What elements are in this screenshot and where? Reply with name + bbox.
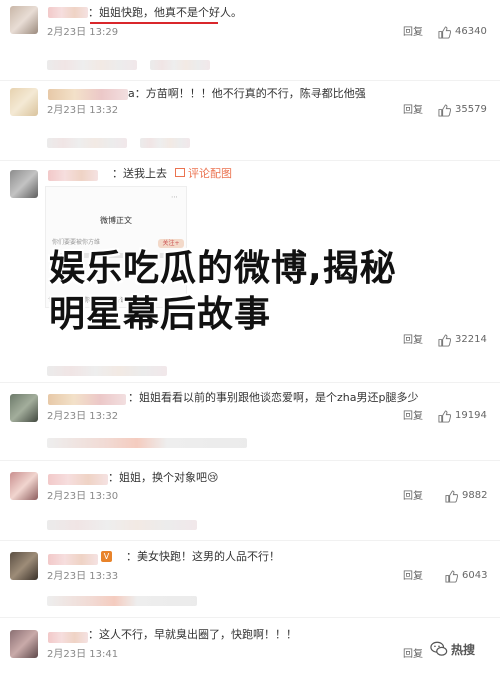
image-icon [175, 168, 185, 177]
username-blurred[interactable] [48, 632, 88, 643]
like-button[interactable]: 6043 [445, 569, 487, 583]
watermark: 热搜 [430, 640, 475, 658]
more-icon: ⋯ [171, 193, 178, 201]
comment-date: 2月23日 13:29 [47, 27, 119, 38]
avatar[interactable] [10, 170, 38, 198]
like-count: 32214 [455, 334, 487, 345]
username-blurred[interactable] [48, 474, 108, 485]
overlay-title: 娱乐吃瓜的微博,揭秘 明星幕后故事 [49, 246, 397, 338]
highlight-underline [90, 22, 218, 24]
comment-date: 2月23日 13:30 [47, 491, 119, 502]
sub-reply-blurred [47, 596, 197, 606]
thumbs-up-icon [445, 489, 458, 503]
like-button[interactable]: 46340 [438, 25, 487, 39]
reply-button[interactable]: 回复 [403, 334, 423, 348]
reply-button[interactable]: 回复 [403, 410, 423, 424]
like-button[interactable]: 32214 [438, 333, 487, 347]
comment-image-link[interactable]: 评论配图 [188, 166, 232, 182]
embed-title: 微博正文 [100, 216, 132, 225]
comment-text: ：美女快跑！这男的人品不行！ [126, 550, 280, 563]
divider [0, 80, 500, 81]
thumbs-up-icon [438, 333, 451, 347]
thumbs-up-icon [438, 103, 451, 117]
comment-text: ：姐姐快跑，他真不是个好人。 [88, 6, 242, 19]
comment-date: 2月23日 13:33 [47, 571, 119, 582]
like-button[interactable]: 19194 [438, 409, 487, 423]
sub-reply-blurred [150, 60, 210, 70]
sub-reply-blurred [47, 520, 197, 530]
vip-badge-icon: V [101, 551, 112, 562]
thumbs-up-icon [438, 25, 451, 39]
comment-text: a：方苗啊！！！他不行真的不行，陈寻都比他强 [128, 87, 366, 100]
like-count: 35579 [455, 104, 487, 115]
divider [0, 382, 500, 383]
comment-text: ：姐姐看看以前的事别跟他谈恋爱啊，是个zha男还p腿多少 [128, 391, 419, 404]
username-blurred[interactable] [48, 394, 126, 405]
comment-text: ：送我上去 [112, 167, 167, 180]
thumbs-up-icon [438, 409, 451, 423]
avatar[interactable] [10, 394, 38, 422]
username-blurred[interactable] [48, 554, 98, 565]
username-blurred[interactable] [48, 7, 88, 18]
reply-button[interactable]: 回复 [403, 648, 423, 662]
comment-date: 2月23日 13:32 [47, 105, 119, 116]
username-blurred[interactable] [48, 89, 128, 100]
avatar[interactable] [10, 88, 38, 116]
embed-line: 你们要要被你方维 [52, 239, 101, 246]
divider [0, 617, 500, 618]
reply-button[interactable]: 回复 [403, 26, 423, 40]
reply-button[interactable]: 回复 [403, 104, 423, 118]
sub-reply-blurred [47, 60, 137, 70]
like-button[interactable]: 35579 [438, 103, 487, 117]
divider [0, 160, 500, 161]
like-count: 19194 [455, 410, 487, 421]
like-button[interactable]: 9882 [445, 489, 487, 503]
reply-button[interactable]: 回复 [403, 490, 423, 504]
reply-button[interactable]: 回复 [403, 570, 423, 584]
comment-text: ：这人不行，早就臭出圈了，快跑啊！！！ [88, 628, 297, 641]
like-count: 46340 [455, 26, 487, 37]
divider [0, 540, 500, 541]
avatar[interactable] [10, 552, 38, 580]
watermark-text: 热搜 [451, 642, 476, 657]
username-blurred[interactable] [48, 170, 98, 181]
avatar[interactable] [10, 630, 38, 658]
comment-date: 2月23日 13:32 [47, 411, 119, 422]
comment-text: ：姐姐，换个对象吧😢 [108, 471, 219, 484]
like-count: 9882 [462, 490, 488, 501]
divider [0, 460, 500, 461]
sub-reply-blurred [47, 438, 247, 448]
overlay-line: 明星幕后故事 [49, 294, 272, 335]
sub-reply-blurred [47, 366, 167, 376]
avatar[interactable] [10, 6, 38, 34]
sub-reply-blurred [47, 138, 127, 148]
comment-date: 2月23日 13:41 [47, 649, 119, 660]
overlay-line: 娱乐吃瓜的微博,揭秘 [49, 248, 397, 289]
sub-reply-blurred [140, 138, 190, 148]
like-count: 6043 [462, 570, 488, 581]
thumbs-up-icon [445, 569, 458, 583]
avatar[interactable] [10, 472, 38, 500]
wechat-logo-icon [430, 641, 448, 656]
